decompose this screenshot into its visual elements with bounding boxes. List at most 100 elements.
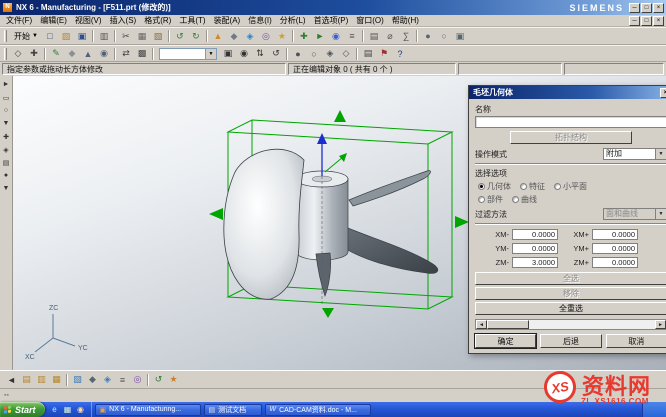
trimetric-icon[interactable]: ◇ <box>338 47 354 61</box>
separator[interactable] <box>90 29 96 43</box>
offset-input[interactable]: 3.0000 <box>512 257 558 268</box>
offset-input[interactable]: 0.0000 <box>592 243 638 254</box>
quick-launch-media-icon[interactable]: ◉ <box>76 405 86 415</box>
name-input[interactable] <box>475 116 666 128</box>
separator[interactable] <box>354 47 360 61</box>
preferences-icon[interactable]: ⚑ <box>376 47 392 61</box>
dialog-scrollbar[interactable]: ◄ ► <box>475 319 666 330</box>
separator[interactable] <box>42 47 48 61</box>
menu-item[interactable]: 编辑(E) <box>36 15 71 26</box>
sketch-icon[interactable]: ✎ <box>48 47 64 61</box>
fit-icon[interactable]: ▣ <box>220 47 236 61</box>
shaded-view-icon[interactable]: ● <box>420 29 436 43</box>
close-button[interactable]: × <box>653 3 664 13</box>
toolbar-combo[interactable]: ▼ <box>159 48 217 60</box>
constraint-navigator-icon[interactable]: ▥ <box>34 373 49 387</box>
move-object-icon[interactable]: ⇄ <box>118 47 134 61</box>
menu-item[interactable]: 插入(S) <box>106 15 141 26</box>
fit-view-icon[interactable]: ▣ <box>452 29 468 43</box>
separator[interactable] <box>360 29 366 43</box>
replay-toolpath-icon[interactable]: ► <box>312 29 328 43</box>
wcs-icon[interactable]: ◈ <box>1 144 12 155</box>
help-icon[interactable]: ? <box>392 47 408 61</box>
scroll-left-icon[interactable]: ◄ <box>476 320 487 329</box>
method-view-icon[interactable]: ◎ <box>130 373 145 387</box>
start-menu-button[interactable]: 开始▼ <box>10 29 42 43</box>
separator[interactable] <box>414 29 420 43</box>
select-all-button[interactable]: 全选 <box>475 272 666 285</box>
render-style-icon[interactable]: ● <box>1 170 12 181</box>
menu-item[interactable]: 文件(F) <box>2 15 36 26</box>
more-tools-icon[interactable]: ▼ <box>1 183 12 194</box>
offset-input[interactable]: 0.0000 <box>512 243 558 254</box>
cut-icon[interactable]: ✂ <box>118 29 134 43</box>
wireframe-view-icon[interactable]: ○ <box>436 29 452 43</box>
create-tool-icon[interactable]: ◆ <box>226 29 242 43</box>
graphics-viewport[interactable]: ZC XC YC 毛坯几何体 × 名称 拓扑结构 操作模式 <box>13 76 666 370</box>
taskbar-task-doc[interactable]: ▤ 测试文档 <box>204 404 262 416</box>
circle-select-icon[interactable]: ○ <box>1 105 12 116</box>
separator[interactable] <box>145 373 151 387</box>
offset-input[interactable]: 0.0000 <box>592 229 638 240</box>
verify-toolpath-icon[interactable]: ◉ <box>328 29 344 43</box>
list-icon[interactable]: ▤ <box>366 29 382 43</box>
dialog-close-button[interactable]: × <box>660 88 666 98</box>
isometric-icon[interactable]: ◈ <box>322 47 338 61</box>
menu-item[interactable]: 首选项(P) <box>310 15 353 26</box>
shaded-icon[interactable]: ● <box>290 47 306 61</box>
menu-item[interactable]: 信息(I) <box>244 15 276 26</box>
save-icon[interactable]: ▣ <box>74 29 90 43</box>
scrollbar-track[interactable] <box>487 320 655 329</box>
operation-navigator-icon[interactable]: ▧ <box>70 373 85 387</box>
filter-method-select[interactable]: 面和曲线▼ <box>603 208 666 220</box>
wireframe-icon[interactable]: ○ <box>306 47 322 61</box>
redo-icon[interactable]: ↻ <box>188 29 204 43</box>
separator[interactable] <box>64 373 70 387</box>
quick-launch-desktop-icon[interactable]: ▦ <box>63 405 73 415</box>
menu-item[interactable]: 工具(T) <box>175 15 209 26</box>
datum-plane-icon[interactable]: ◆ <box>64 47 80 61</box>
menu-item[interactable]: 视图(V) <box>71 15 106 26</box>
menu-item[interactable]: 帮助(H) <box>388 15 423 26</box>
mdi-close-button[interactable]: × <box>653 16 664 26</box>
machine-tool-view-icon[interactable]: ◆ <box>85 373 100 387</box>
create-operation-icon[interactable]: ★ <box>274 29 290 43</box>
toolbar-grip[interactable] <box>4 30 7 42</box>
taskbar-task-nx[interactable]: ▣ NX 6 - Manufacturing... <box>95 404 201 416</box>
separator[interactable] <box>112 47 118 61</box>
hole-icon[interactable]: ◉ <box>96 47 112 61</box>
offset-input[interactable]: 0.0000 <box>512 229 558 240</box>
chevron-down-icon[interactable]: ▼ <box>205 49 216 59</box>
select-arrow-icon[interactable]: ► <box>1 79 12 90</box>
chevron-down-icon[interactable]: ▼ <box>655 209 666 219</box>
copy-icon[interactable]: ▦ <box>134 29 150 43</box>
generate-toolpath-icon[interactable]: ✚ <box>296 29 312 43</box>
create-method-icon[interactable]: ◎ <box>258 29 274 43</box>
new-file-icon[interactable]: □ <box>42 29 58 43</box>
minimize-button[interactable]: ─ <box>629 3 640 13</box>
pattern-icon[interactable]: ▩ <box>134 47 150 61</box>
start-button[interactable]: Start <box>0 402 45 417</box>
layers-icon[interactable]: ▤ <box>1 157 12 168</box>
separator[interactable] <box>166 29 172 43</box>
paste-icon[interactable]: ▧ <box>150 29 166 43</box>
snap-icon[interactable]: ✚ <box>1 131 12 142</box>
extrude-icon[interactable]: ▲ <box>80 47 96 61</box>
maximize-button[interactable]: □ <box>641 3 652 13</box>
offset-input[interactable]: 0.0000 <box>592 257 638 268</box>
menu-item[interactable]: 格式(R) <box>140 15 175 26</box>
toolbar-grip[interactable] <box>4 48 7 60</box>
undo-icon[interactable]: ↺ <box>172 29 188 43</box>
radio-facet[interactable]: 小平面 <box>554 181 587 192</box>
assembly-navigator-icon[interactable]: ▤ <box>19 373 34 387</box>
remove-button[interactable]: 移除 <box>475 287 666 300</box>
reuse-library-icon[interactable]: ★ <box>166 373 181 387</box>
radio-geometry[interactable]: 几何体 <box>478 181 511 192</box>
ok-button[interactable]: 确定 <box>475 334 536 348</box>
separator[interactable] <box>204 29 210 43</box>
mdi-restore-button[interactable]: □ <box>641 16 652 26</box>
radio-curve[interactable]: 曲线 <box>512 194 537 205</box>
quick-launch-ie-icon[interactable]: e <box>50 405 60 415</box>
filter-icon[interactable]: ▼ <box>1 118 12 129</box>
reselect-all-button[interactable]: 全重选 <box>475 302 666 315</box>
